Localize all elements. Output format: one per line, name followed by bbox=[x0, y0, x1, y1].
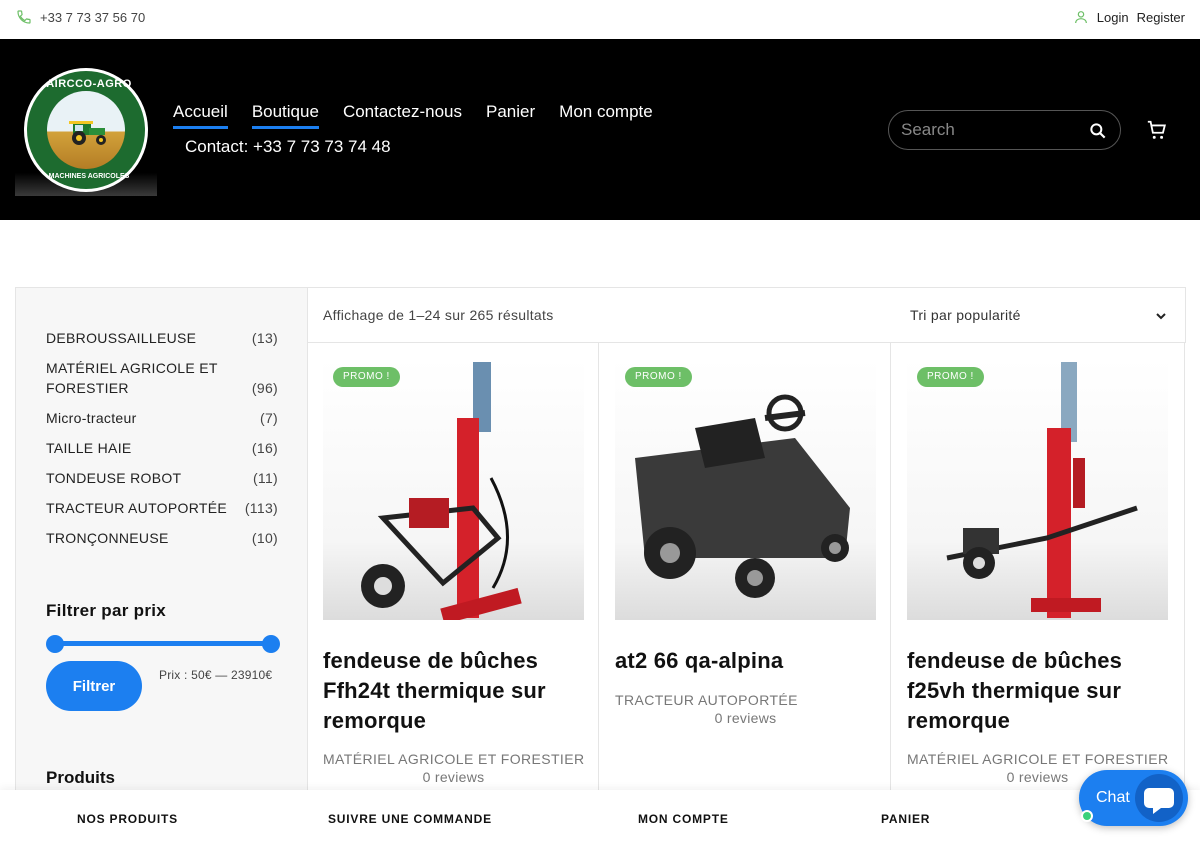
results-toolbar: Affichage de 1–24 sur 265 résultats Tri … bbox=[307, 287, 1186, 343]
category-item[interactable]: Micro-tracteur (7) bbox=[46, 408, 278, 428]
category-item[interactable]: DEBROUSSAILLEUSE (13) bbox=[46, 328, 278, 348]
header-contact: Contact: +33 7 73 73 74 48 bbox=[185, 137, 391, 156]
nav-mon-compte[interactable]: Mon compte bbox=[559, 102, 653, 129]
promo-badge: PROMO ! bbox=[917, 367, 984, 387]
category-name: MATÉRIEL AGRICOLE ET FORESTIER bbox=[46, 360, 218, 396]
product-image[interactable] bbox=[323, 358, 584, 620]
nav-panier[interactable]: Panier bbox=[486, 102, 535, 129]
products-widget-title: Produits bbox=[46, 768, 115, 787]
product-category[interactable]: TRACTEUR AUTOPORTÉE bbox=[615, 692, 877, 708]
chat-bubble bbox=[1135, 774, 1183, 822]
product-category[interactable]: MATÉRIEL AGRICOLE ET FORESTIER bbox=[323, 751, 585, 767]
logo-ring: AIRCCO-AGRO MACHINES AGRICOLES bbox=[24, 68, 148, 192]
search-icon[interactable] bbox=[1088, 121, 1108, 141]
top-bar: +33 7 73 37 56 70 Login Register bbox=[0, 0, 1200, 39]
product-image[interactable] bbox=[615, 358, 876, 620]
product-title[interactable]: fendeuse de bûches Ffh24t thermique sur … bbox=[323, 646, 583, 736]
price-filter-title: Filtrer par prix bbox=[46, 601, 167, 620]
chat-icon bbox=[1144, 788, 1174, 814]
product-grid: PROMO ! fendeuse de bûches Ffh24t thermi… bbox=[307, 342, 1185, 812]
chat-label: Chat bbox=[1096, 789, 1130, 806]
category-name: TRONÇONNEUSE bbox=[46, 530, 169, 546]
cart-icon[interactable] bbox=[1146, 119, 1168, 141]
product-image[interactable] bbox=[907, 358, 1168, 620]
register-link[interactable]: Register bbox=[1137, 10, 1185, 25]
product-reviews: 0 reviews bbox=[422, 769, 485, 785]
category-count: (11) bbox=[252, 470, 278, 486]
bottom-nav-suivre-commande[interactable]: SUIVRE UNE COMMANDE bbox=[328, 812, 492, 826]
category-list: DEBROUSSAILLEUSE (13) MATÉRIEL AGRICOLE E… bbox=[46, 328, 278, 558]
category-name: TONDEUSE ROBOT bbox=[46, 470, 182, 486]
log-splitter-image bbox=[946, 362, 1138, 618]
product-card[interactable]: PROMO ! fendeuse de bûches Ffh24t thermi… bbox=[307, 342, 599, 812]
category-name: Micro-tracteur bbox=[46, 410, 137, 426]
top-phone[interactable]: +33 7 73 37 56 70 bbox=[16, 9, 145, 25]
chevron-down-icon[interactable] bbox=[1155, 310, 1167, 322]
result-count: Affichage de 1–24 sur 265 résultats bbox=[323, 307, 554, 323]
category-item[interactable]: TAILLE HAIE (16) bbox=[46, 438, 278, 458]
product-reviews: 0 reviews bbox=[714, 710, 777, 726]
nav-accueil[interactable]: Accueil bbox=[173, 102, 228, 129]
category-name: TRACTEUR AUTOPORTÉE bbox=[46, 500, 227, 516]
search-box bbox=[888, 110, 1121, 150]
account-links: Login Register bbox=[1073, 9, 1185, 25]
phone-icon bbox=[17, 10, 31, 24]
nav-boutique[interactable]: Boutique bbox=[251, 102, 319, 129]
login-link[interactable]: Login bbox=[1097, 10, 1129, 25]
online-status-dot bbox=[1081, 810, 1093, 822]
category-item[interactable]: MATÉRIEL AGRICOLE ET FORESTIER (96) bbox=[46, 358, 278, 398]
category-count: (96) bbox=[251, 380, 278, 396]
main-nav: Accueil Boutique Contactez-nous Panier M… bbox=[173, 102, 677, 129]
search-input[interactable] bbox=[901, 120, 1081, 140]
filter-button[interactable]: Filtrer bbox=[46, 661, 142, 711]
tractor-icon bbox=[69, 121, 106, 145]
price-min-handle[interactable] bbox=[46, 635, 64, 653]
shop-sidebar: DEBROUSSAILLEUSE (13) MATÉRIEL AGRICOLE E… bbox=[15, 287, 308, 807]
product-title[interactable]: at2 66 qa-alpina bbox=[615, 646, 875, 676]
price-max-handle[interactable] bbox=[262, 635, 280, 653]
category-name: TAILLE HAIE bbox=[46, 440, 132, 456]
bottom-nav-nos-produits[interactable]: NOS PRODUITS bbox=[77, 812, 178, 826]
category-count: (13) bbox=[251, 330, 278, 346]
category-item[interactable]: TRONÇONNEUSE (10) bbox=[46, 528, 278, 548]
bottom-nav-bar: NOS PRODUITS SUIVRE UNE COMMANDE MON COM… bbox=[0, 790, 1200, 850]
price-range-slider bbox=[46, 634, 280, 654]
sort-select[interactable]: Tri par popularité bbox=[910, 307, 1021, 323]
nav-contactez-nous[interactable]: Contactez-nous bbox=[343, 102, 462, 129]
category-count: (113) bbox=[244, 500, 278, 516]
product-card[interactable]: PROMO ! at2 66 qa-alpina TRACTEUR AUTOPO… bbox=[599, 342, 891, 812]
category-count: (10) bbox=[251, 530, 278, 546]
product-card[interactable]: PROMO ! fendeuse de bûches f25vh thermiq… bbox=[891, 342, 1185, 812]
price-range-track bbox=[53, 641, 273, 646]
site-header: AIRCCO-AGRO MACHINES AGRICOLES Accueil B… bbox=[0, 39, 1200, 220]
bottom-nav-mon-compte[interactable]: MON COMPTE bbox=[638, 812, 729, 826]
user-icon bbox=[1074, 11, 1087, 24]
promo-badge: PROMO ! bbox=[333, 367, 400, 387]
category-name: DEBROUSSAILLEUSE bbox=[46, 330, 197, 346]
logo-bottom-text: MACHINES AGRICOLES bbox=[48, 173, 130, 180]
log-splitter-image bbox=[361, 362, 522, 620]
category-count: (7) bbox=[259, 410, 278, 426]
riding-mower-image bbox=[635, 394, 850, 598]
product-category[interactable]: MATÉRIEL AGRICOLE ET FORESTIER bbox=[907, 751, 1169, 767]
category-count: (16) bbox=[251, 440, 278, 456]
logo-top-text: AIRCCO-AGRO bbox=[46, 78, 132, 90]
bottom-nav-panier[interactable]: PANIER bbox=[881, 812, 930, 826]
site-logo[interactable]: AIRCCO-AGRO MACHINES AGRICOLES bbox=[15, 66, 157, 196]
promo-badge: PROMO ! bbox=[625, 367, 692, 387]
category-item[interactable]: TRACTEUR AUTOPORTÉE (113) bbox=[46, 498, 278, 518]
phone-number: +33 7 73 37 56 70 bbox=[40, 9, 146, 25]
category-item[interactable]: TONDEUSE ROBOT (11) bbox=[46, 468, 278, 488]
price-range-label: Prix : 50€ — 23910€ bbox=[159, 668, 273, 682]
chat-widget-button[interactable]: Chat bbox=[1079, 770, 1188, 826]
product-title[interactable]: fendeuse de bûches f25vh thermique sur r… bbox=[907, 646, 1167, 736]
